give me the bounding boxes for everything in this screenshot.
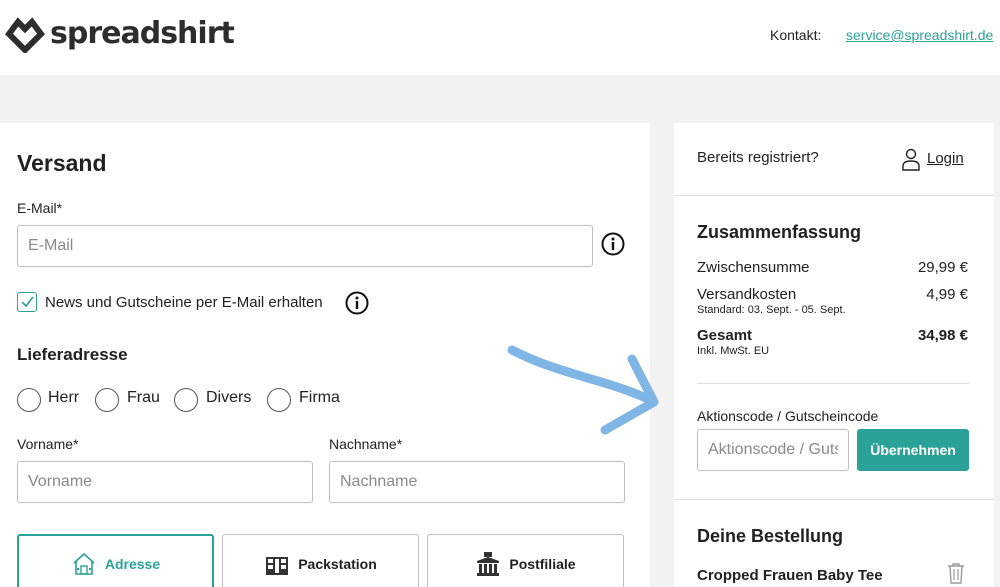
login-link[interactable]: Login [927,150,964,167]
summary-divider-coupon [697,383,969,384]
radio-divers[interactable] [174,388,198,412]
radio-divers-label: Divers [206,389,252,406]
checkmark-icon [21,296,34,308]
trash-icon[interactable] [946,562,966,584]
total-label: Gesamt [697,327,753,344]
radio-firma[interactable] [267,388,291,412]
firstname-label: Vorname* [17,436,79,452]
delivery-option-postfiliale[interactable]: Postfiliale [427,534,624,587]
order-item-name: Cropped Frauen Baby Tee [697,567,883,584]
vat-note: Inkl. MwSt. EU [697,345,770,357]
newsletter-checkbox[interactable] [17,292,37,312]
packstation-icon [266,557,289,575]
shipping-cost-label: Versandkosten [697,286,797,303]
house-icon [73,552,95,575]
summary-divider-order [674,499,994,500]
radio-firma-label: Firma [299,389,340,406]
registered-label: Bereits registriert? [697,149,819,166]
coupon-label: Aktionscode / Gutscheincode [697,408,879,424]
shipping-cost-value: 4,99 € [926,286,968,303]
delivery-option-adresse[interactable]: Adresse [17,534,214,587]
subtotal-value: 29,99 € [917,259,968,276]
email-label: E-Mail* [17,200,63,216]
shipping-title: Versand [17,150,107,176]
delivery-option-adresse-label: Adresse [104,556,161,572]
total-value: 34,98 € [917,327,968,344]
address-title: Lieferadresse [17,345,128,364]
logo-heart-icon [5,17,45,53]
firstname-input[interactable] [17,461,313,503]
contact-email-link[interactable]: service@spreadshirt.de [846,27,993,43]
delivery-option-packstation-label: Packstation [298,556,377,572]
apply-coupon-button[interactable]: Übernehmen [857,429,969,471]
site-header: spreadshirt Kontakt: service@spreadshirt… [0,0,1000,75]
coupon-input[interactable] [697,429,849,471]
shipping-date-note: Standard: 03. Sept. - 05. Sept. [697,304,846,316]
delivery-option-packstation[interactable]: Packstation [222,534,419,587]
subtotal-label: Zwischensumme [697,259,810,276]
delivery-option-postfiliale-label: Postfiliale [509,556,576,572]
email-input[interactable] [17,225,593,267]
logo-text: spreadshirt [50,15,235,51]
lastname-label: Nachname* [329,436,403,452]
spreadshirt-logo[interactable]: spreadshirt [5,15,235,53]
radio-frau-label: Frau [127,389,160,406]
contact-label: Kontakt: [770,27,822,43]
summary-title: Zusammenfassung [697,222,862,242]
user-icon[interactable] [901,147,921,171]
post-office-icon [477,552,500,576]
email-info-icon[interactable] [601,232,625,256]
summary-divider-top [674,195,994,196]
radio-herr[interactable] [17,388,41,412]
newsletter-label: News und Gutscheine per E-Mail erhalten [45,294,323,311]
radio-frau[interactable] [95,388,119,412]
radio-herr-label: Herr [48,389,80,406]
newsletter-info-icon[interactable] [345,291,369,315]
order-title: Deine Bestellung [697,526,844,546]
lastname-input[interactable] [329,461,625,503]
